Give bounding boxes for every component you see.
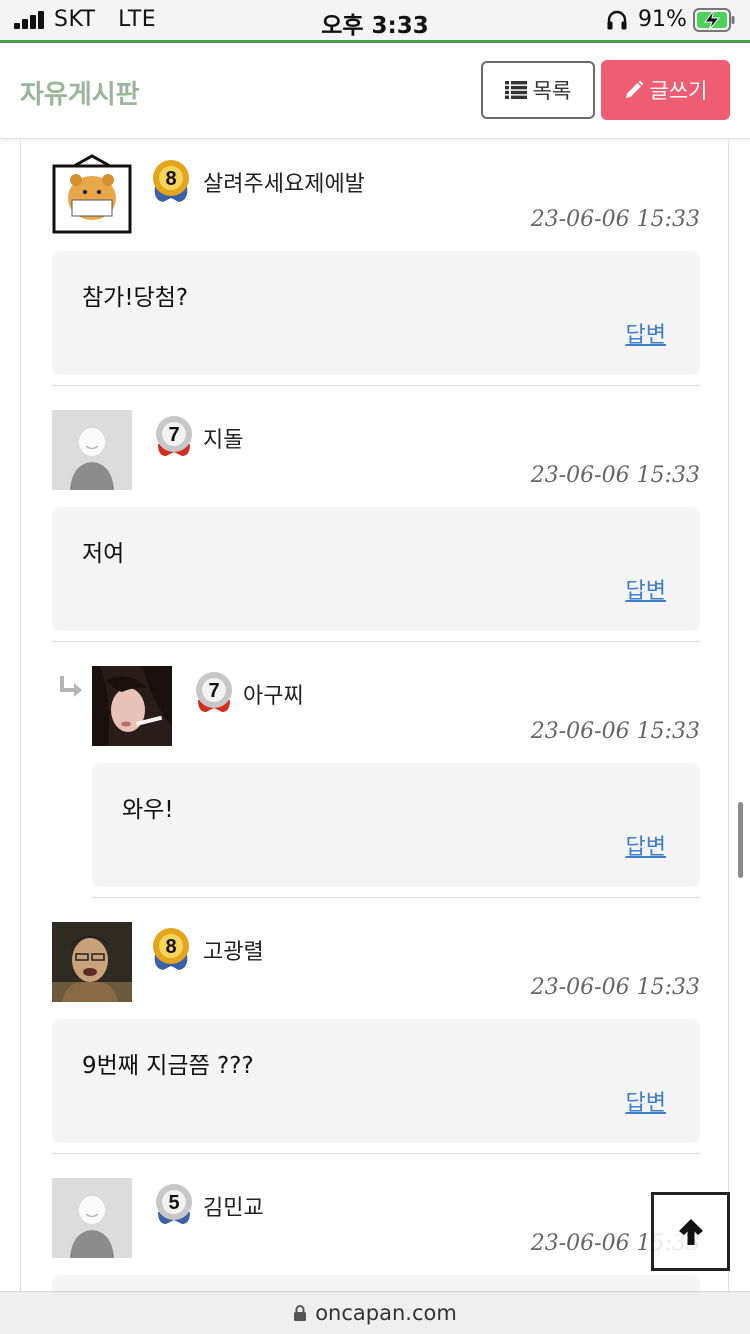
divider	[52, 641, 700, 642]
comment-text: 9번째 지금쯤 ???	[82, 1053, 254, 1079]
list-button[interactable]: 목록	[481, 61, 595, 119]
divider	[92, 897, 700, 898]
svg-text:7: 7	[208, 680, 219, 702]
comment-date: 23-06-06 15:33	[530, 463, 700, 488]
nickname[interactable]: 고광렬	[203, 934, 264, 966]
comment-bubble: 9번째 지금쯤 ??? 답변	[52, 1019, 700, 1143]
scrollbar[interactable]	[738, 802, 743, 878]
headphones-icon	[607, 10, 627, 30]
svg-text:8: 8	[165, 936, 176, 958]
nickname[interactable]: 아구찌	[243, 678, 304, 710]
svg-text:7: 7	[168, 424, 179, 446]
comment-list: 8 살려주세요제에발 23-06-06 15:33 참가!당첨? 답변 7 지돌…	[20, 140, 729, 1292]
divider	[52, 1153, 700, 1154]
board-header: 자유게시판 목록 글쓰기	[0, 43, 750, 139]
divider	[52, 385, 700, 386]
browser-url-bar[interactable]: oncapan.com	[0, 1291, 750, 1334]
comment-date: 23-06-06 15:33	[530, 719, 700, 744]
default-user-icon	[52, 410, 132, 490]
comment-bubble: 참가!당첨? 답변	[52, 251, 700, 375]
reply-link[interactable]: 답변	[626, 829, 666, 861]
pencil-icon	[625, 80, 644, 98]
comment-bubble: 저여 답변	[52, 507, 700, 631]
default-user-icon	[52, 1178, 132, 1258]
man-photo-icon	[52, 922, 132, 1002]
list-icon	[504, 81, 527, 99]
nickname[interactable]: 지돌	[203, 422, 243, 454]
comment-text: 참가!당첨?	[82, 285, 189, 311]
reply-link[interactable]: 답변	[626, 573, 666, 605]
level-8-badge-icon: 8	[153, 160, 189, 202]
woman-photo-icon	[92, 666, 172, 746]
level-7-badge-icon: 7	[196, 672, 232, 712]
lock-icon	[294, 1305, 307, 1321]
comment-bubble	[52, 1275, 700, 1292]
arrow-up-icon	[678, 1218, 703, 1245]
avatar[interactable]	[92, 666, 172, 746]
comment-text: 와우!	[122, 797, 174, 823]
avatar[interactable]	[52, 922, 132, 1002]
scroll-top-button[interactable]	[651, 1192, 730, 1271]
comment-date: 23-06-06 15:33	[530, 207, 700, 232]
svg-text:8: 8	[165, 168, 176, 190]
nickname[interactable]: 살려주세요제에발	[203, 166, 365, 198]
reply-link[interactable]: 답변	[626, 317, 666, 349]
comment-text: 저여	[82, 541, 125, 567]
url-text: oncapan.com	[315, 1301, 457, 1325]
status-bar: SKT LTE 오후 3:33 91%	[0, 0, 750, 40]
avatar[interactable]	[52, 1178, 132, 1258]
avatar[interactable]	[52, 410, 132, 490]
level-5-badge-icon: 5	[156, 1184, 192, 1224]
comment-bubble: 와우! 답변	[92, 763, 700, 887]
write-button[interactable]: 글쓰기	[601, 60, 730, 120]
level-8-badge-icon: 8	[153, 928, 189, 970]
comment-date: 23-06-06 15:33	[530, 975, 700, 1000]
svg-text:5: 5	[168, 1192, 179, 1214]
kakao-character-photo-icon	[52, 154, 132, 234]
avatar[interactable]	[52, 154, 132, 234]
battery-percent: 91%	[638, 7, 687, 32]
list-button-label: 목록	[532, 79, 572, 103]
level-7-badge-icon: 7	[156, 416, 192, 456]
write-button-label: 글쓰기	[649, 79, 708, 103]
reply-link[interactable]: 답변	[626, 1085, 666, 1117]
page-title[interactable]: 자유게시판	[20, 74, 140, 111]
battery-charging-icon	[693, 8, 735, 32]
nickname[interactable]: 김민교	[203, 1190, 264, 1222]
reply-arrow-icon	[60, 676, 82, 697]
